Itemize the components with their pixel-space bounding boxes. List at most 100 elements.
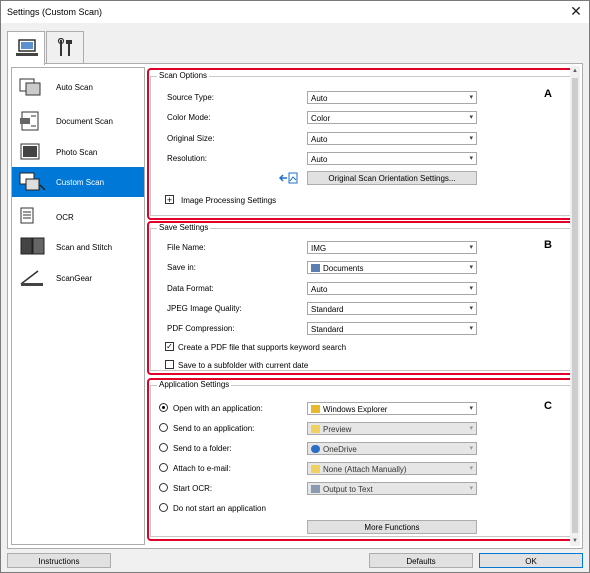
start-ocr-select[interactable]: Output to Text ▾ bbox=[307, 482, 477, 495]
orientation-settings-button[interactable]: Original Scan Orientation Settings... bbox=[307, 171, 477, 185]
save-in-select[interactable]: Documents ▾ bbox=[307, 261, 477, 274]
chevron-down-icon: ▾ bbox=[469, 425, 473, 432]
file-name-input[interactable]: IMG ▾ bbox=[307, 241, 477, 254]
sidebar-item-label: Custom Scan bbox=[56, 178, 105, 187]
auto-scan-icon bbox=[19, 78, 41, 96]
subfolder-checkbox[interactable] bbox=[165, 360, 174, 369]
original-size-label: Original Size: bbox=[167, 134, 215, 143]
select-value: Auto bbox=[311, 135, 328, 144]
sidebar-item-custom-scan[interactable]: Custom Scan bbox=[12, 167, 144, 197]
select-value: OneDrive bbox=[323, 445, 357, 454]
scroll-thumb[interactable] bbox=[572, 78, 578, 533]
send-to-folder-radio[interactable] bbox=[159, 443, 168, 452]
chevron-down-icon: ▾ bbox=[469, 244, 473, 251]
select-value: None (Attach Manually) bbox=[323, 465, 407, 474]
chevron-down-icon: ▾ bbox=[469, 305, 473, 312]
custom-scan-icon bbox=[19, 172, 46, 191]
close-icon[interactable]: ✕ bbox=[567, 3, 585, 19]
subfolder-label: Save to a subfolder with current date bbox=[178, 361, 309, 370]
select-value: Auto bbox=[311, 94, 328, 103]
document-scan-icon bbox=[20, 111, 39, 131]
do-not-start-application-radio[interactable] bbox=[159, 503, 168, 512]
source-type-label: Source Type: bbox=[167, 93, 214, 102]
send-to-folder-label: Send to a folder: bbox=[173, 444, 232, 453]
chevron-down-icon: ▾ bbox=[469, 465, 473, 472]
pdf-compression-label: PDF Compression: bbox=[167, 324, 235, 333]
scroll-up-icon[interactable]: ▲ bbox=[570, 66, 580, 76]
sidebar-item-photo-scan[interactable]: Photo Scan bbox=[12, 137, 144, 167]
image-processing-expander[interactable]: + bbox=[165, 195, 174, 205]
orientation-icon bbox=[279, 172, 298, 184]
send-to-folder-select[interactable]: OneDrive ▾ bbox=[307, 442, 477, 455]
instructions-button[interactable]: Instructions bbox=[7, 553, 111, 568]
defaults-button[interactable]: Defaults bbox=[369, 553, 473, 568]
windows-explorer-icon bbox=[311, 405, 320, 413]
group-title: Application Settings bbox=[157, 380, 232, 389]
chevron-down-icon: ▾ bbox=[469, 325, 473, 332]
select-value: Auto bbox=[311, 155, 328, 164]
sidebar-item-scan-and-stitch[interactable]: Scan and Stitch bbox=[12, 232, 144, 262]
chevron-down-icon: ▾ bbox=[469, 94, 473, 101]
scan-type-sidebar: Auto Scan Document Scan Photo Scan Custo… bbox=[11, 67, 145, 545]
photo-scan-icon bbox=[20, 143, 40, 160]
sidebar-item-label: Document Scan bbox=[56, 117, 113, 126]
source-type-select[interactable]: Auto ▾ bbox=[307, 91, 477, 104]
documents-folder-icon bbox=[311, 264, 320, 272]
open-with-application-select[interactable]: Windows Explorer ▾ bbox=[307, 402, 477, 415]
keyword-pdf-label: Create a PDF file that supports keyword … bbox=[178, 343, 347, 352]
scan-stitch-icon bbox=[20, 237, 45, 255]
keyword-pdf-checkbox[interactable]: ✓ bbox=[165, 342, 174, 351]
start-ocr-radio[interactable] bbox=[159, 483, 168, 492]
data-format-label: Data Format: bbox=[167, 284, 214, 293]
do-not-start-application-label: Do not start an application bbox=[173, 504, 266, 513]
select-value: Standard bbox=[311, 305, 344, 314]
scroll-down-icon[interactable]: ▼ bbox=[570, 536, 580, 546]
select-value: Auto bbox=[311, 285, 328, 294]
color-mode-select[interactable]: Color ▾ bbox=[307, 111, 477, 124]
color-mode-label: Color Mode: bbox=[167, 113, 211, 122]
select-value: Color bbox=[311, 114, 331, 123]
tab-strip bbox=[7, 31, 587, 65]
open-with-application-label: Open with an application: bbox=[173, 404, 263, 413]
scan-computer-icon bbox=[16, 39, 38, 56]
mail-folder-icon bbox=[311, 465, 320, 473]
save-in-label: Save in: bbox=[167, 263, 196, 272]
attach-to-email-radio[interactable] bbox=[159, 463, 168, 472]
chevron-down-icon: ▾ bbox=[469, 114, 473, 121]
sidebar-item-scangear[interactable]: ScanGear bbox=[12, 263, 144, 293]
send-to-application-select[interactable]: Preview ▾ bbox=[307, 422, 477, 435]
output-text-icon bbox=[311, 485, 320, 493]
tab-scan[interactable] bbox=[7, 31, 45, 65]
tab-general-settings[interactable] bbox=[46, 31, 84, 63]
pdf-compression-select[interactable]: Standard ▾ bbox=[307, 322, 477, 335]
group-title: Save Settings bbox=[157, 223, 211, 232]
sidebar-item-label: Scan and Stitch bbox=[56, 243, 113, 252]
jpeg-quality-select[interactable]: Standard ▾ bbox=[307, 302, 477, 315]
data-format-select[interactable]: Auto ▾ bbox=[307, 282, 477, 295]
select-value: Windows Explorer bbox=[323, 405, 388, 414]
input-value: IMG bbox=[311, 244, 327, 253]
sidebar-item-label: OCR bbox=[56, 213, 74, 222]
sidebar-item-auto-scan[interactable]: Auto Scan bbox=[12, 72, 144, 102]
vertical-scrollbar[interactable]: ▲ ▼ bbox=[570, 66, 580, 546]
preview-icon bbox=[311, 425, 320, 433]
settings-window: Settings (Custom Scan) ✕ Auto Scan Docum… bbox=[0, 0, 590, 573]
resolution-select[interactable]: Auto ▾ bbox=[307, 152, 477, 165]
attach-to-email-select[interactable]: None (Attach Manually) ▾ bbox=[307, 462, 477, 475]
resolution-label: Resolution: bbox=[167, 154, 208, 163]
sidebar-item-label: ScanGear bbox=[56, 274, 93, 283]
ok-button[interactable]: OK bbox=[479, 553, 583, 568]
chevron-down-icon: ▾ bbox=[469, 485, 473, 492]
scangear-icon bbox=[20, 270, 43, 286]
sidebar-item-document-scan[interactable]: Document Scan bbox=[12, 106, 144, 136]
chevron-down-icon: ▾ bbox=[469, 135, 473, 142]
open-with-application-radio[interactable] bbox=[159, 403, 168, 412]
more-functions-button[interactable]: More Functions bbox=[307, 520, 477, 534]
application-settings-group: Application Settings Open with an applic… bbox=[150, 380, 576, 537]
send-to-application-radio[interactable] bbox=[159, 423, 168, 432]
original-size-select[interactable]: Auto ▾ bbox=[307, 132, 477, 145]
sidebar-item-ocr[interactable]: OCR bbox=[12, 202, 144, 232]
scan-options-group: Scan Options Source Type: Auto ▾ Color Mo… bbox=[150, 71, 576, 216]
select-value: Standard bbox=[311, 325, 344, 334]
image-processing-label: Image Processing Settings bbox=[181, 196, 277, 205]
